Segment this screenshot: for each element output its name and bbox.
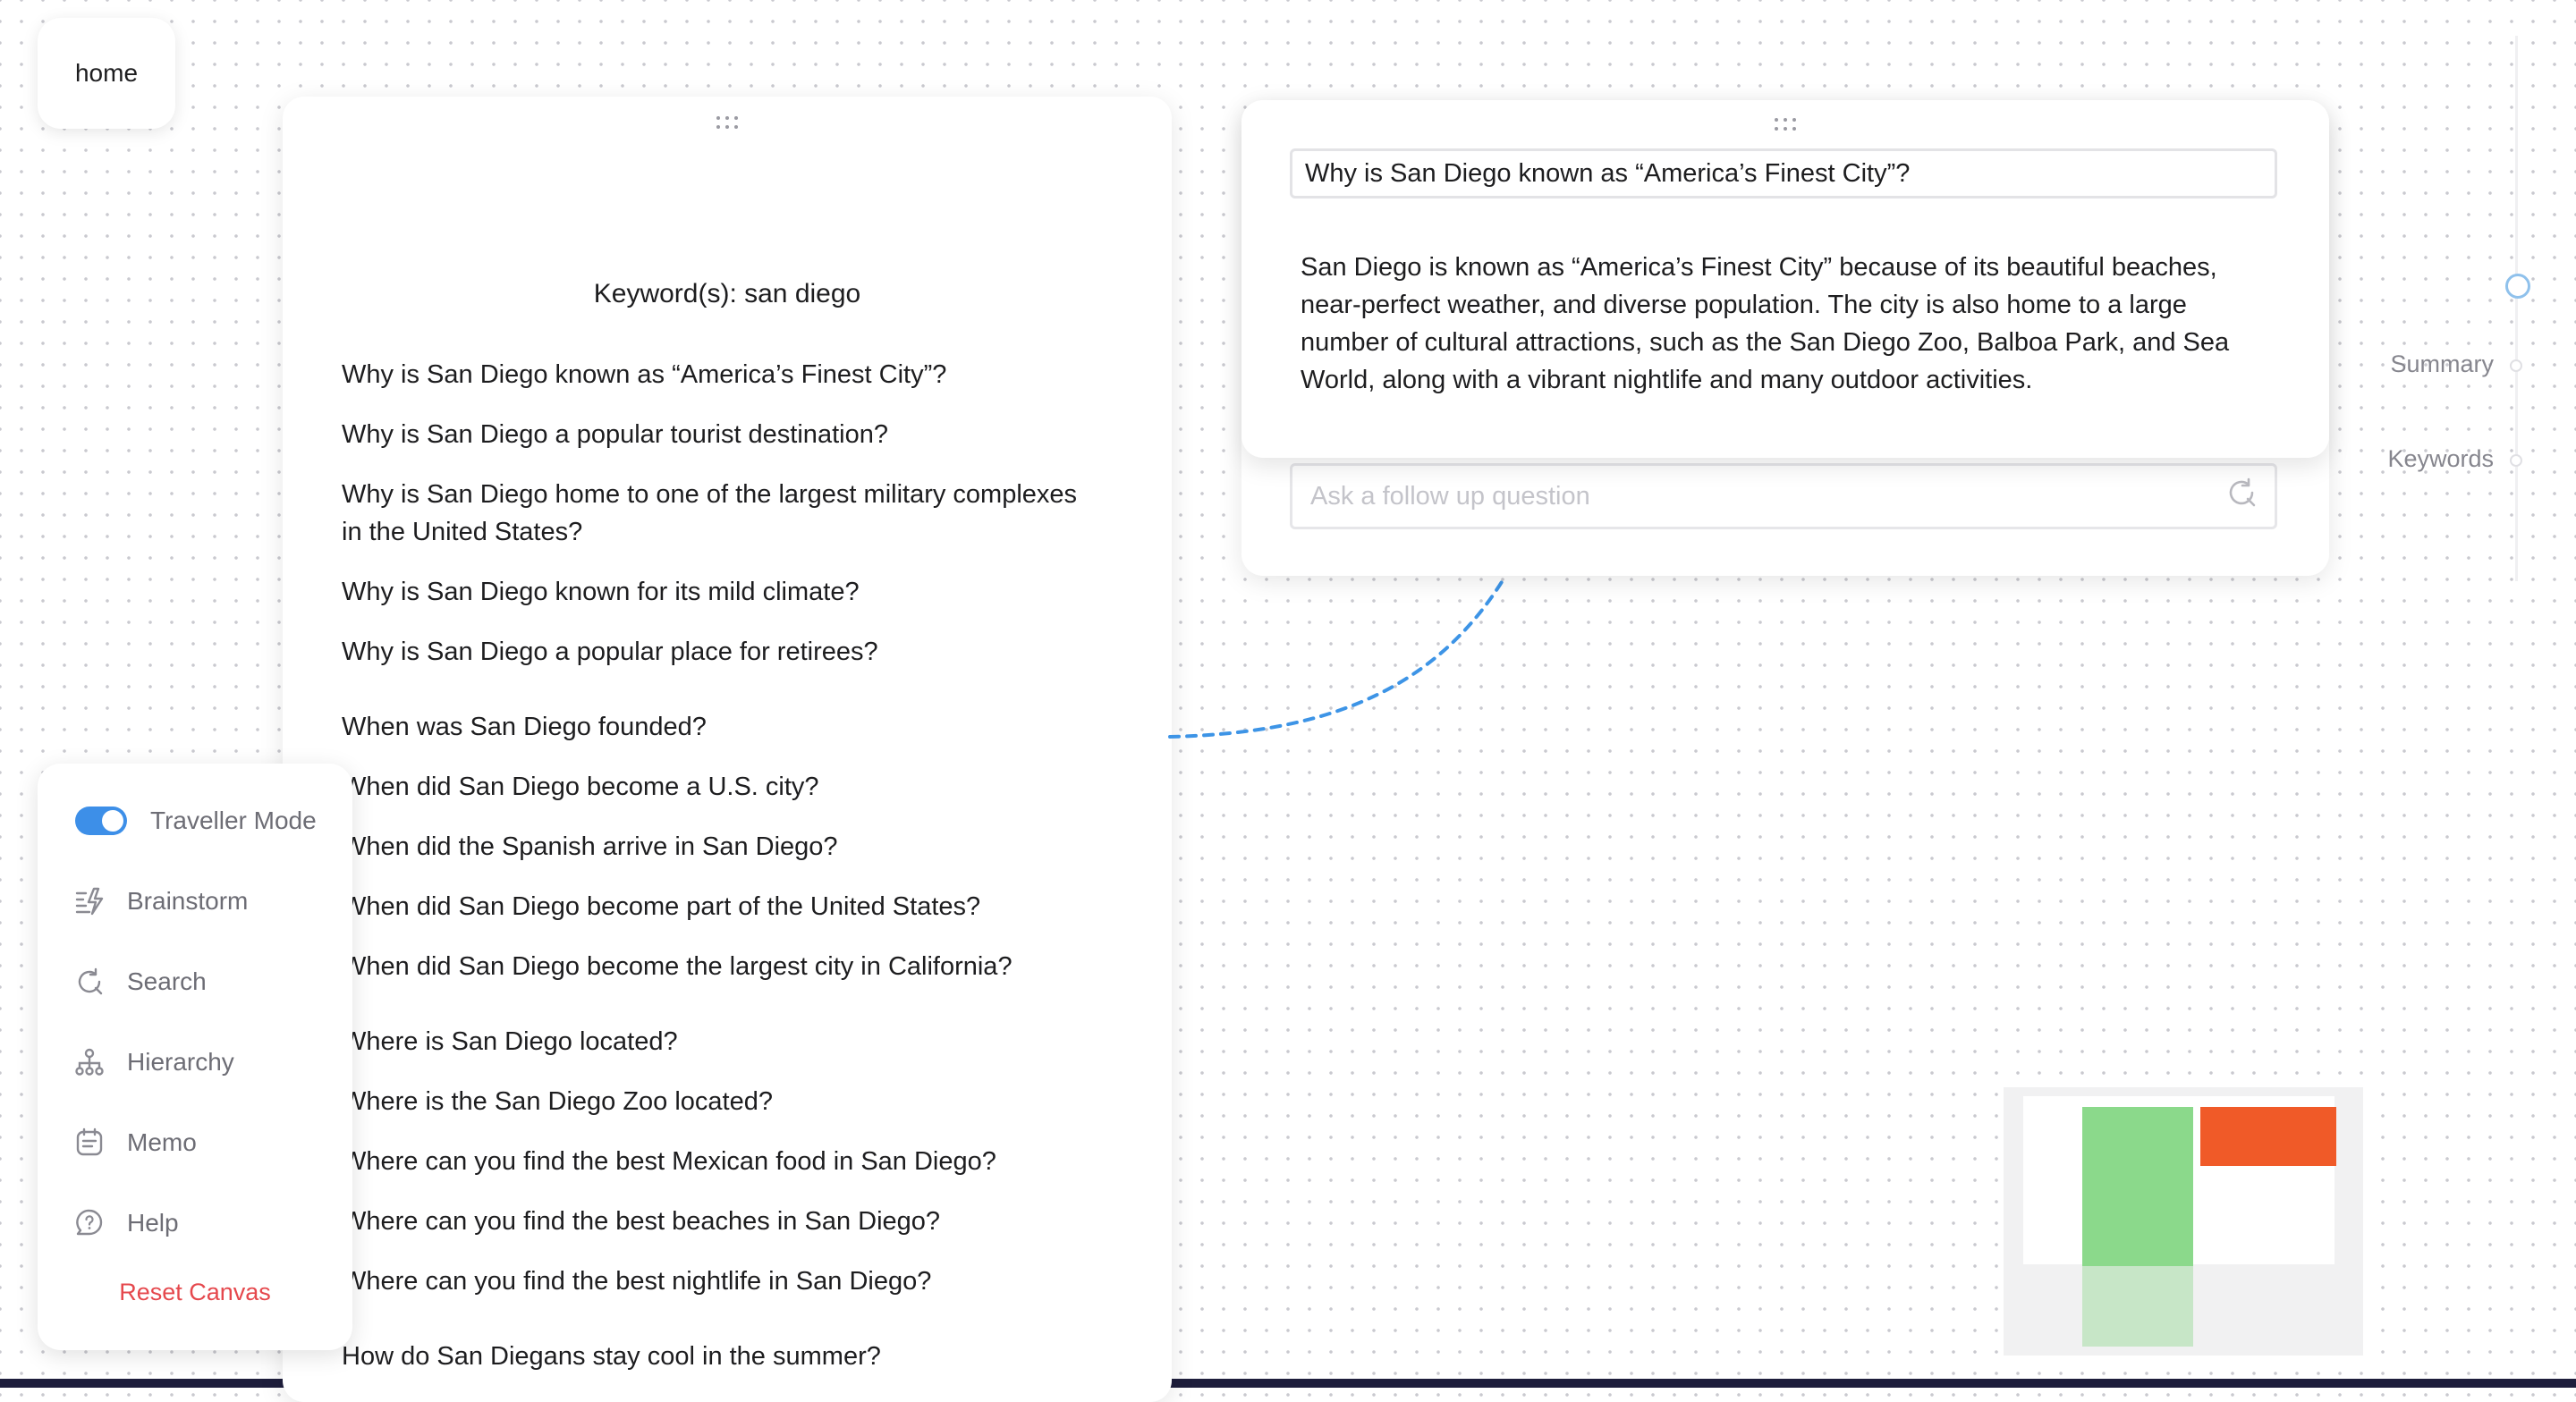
nav-item-summary[interactable]: Summary (2390, 350, 2494, 378)
question-item[interactable]: How do San Diegans stay cool in the summ… (342, 1338, 1093, 1375)
reset-canvas-button[interactable]: Reset Canvas (38, 1279, 352, 1306)
keyword-questions-card: Keyword(s): san diego Why is San Diego k… (283, 97, 1172, 1402)
question-item[interactable]: When did San Diego become a U.S. city? (342, 768, 1093, 806)
followup-field[interactable] (1290, 463, 2277, 529)
minimap[interactable] (2004, 1087, 2363, 1356)
question-group: When was San Diego founded? When did San … (342, 708, 1093, 985)
search-button[interactable]: Search (73, 966, 207, 998)
brainstorm-icon (73, 885, 106, 917)
brainstorm-label: Brainstorm (127, 887, 249, 915)
question-item[interactable]: Where can you find the best nightlife in… (342, 1263, 1093, 1300)
question-group: Where is San Diego located? Where is the … (342, 1023, 1093, 1300)
traveller-mode-label: Traveller Mode (150, 807, 317, 834)
question-item[interactable]: Where is San Diego located? (342, 1023, 1093, 1060)
minimap-node-answer (2200, 1107, 2336, 1166)
question-item[interactable]: Where is the San Diego Zoo located? (342, 1083, 1093, 1120)
question-item[interactable]: How do you get around San Diego? (342, 1398, 1093, 1402)
help-icon (73, 1207, 106, 1239)
answer-card: Why is San Diego known as “America’s Fin… (1241, 100, 2329, 576)
keyword-title: Keyword(s): san diego (593, 279, 861, 308)
brainstorm-button[interactable]: Brainstorm (73, 885, 248, 917)
followup-input[interactable] (1309, 480, 2189, 512)
selected-question[interactable]: Why is San Diego known as “America’s Fin… (1290, 148, 2277, 198)
question-item[interactable]: Why is San Diego a popular place for ret… (342, 633, 1093, 671)
hierarchy-label: Hierarchy (127, 1048, 234, 1076)
question-item[interactable]: Why is San Diego known for its mild clim… (342, 573, 1093, 611)
question-group: Why is San Diego known as “America’s Fin… (342, 356, 1093, 671)
right-navigation: Summary Keywords (2326, 36, 2576, 590)
toggle-switch[interactable] (75, 807, 127, 835)
traveller-mode-toggle[interactable]: Traveller Mode (75, 807, 317, 835)
question-item[interactable]: Where can you find the best beaches in S… (342, 1203, 1093, 1240)
question-item[interactable]: When did the Spanish arrive in San Diego… (342, 828, 1093, 866)
nav-dot-keywords[interactable] (2510, 454, 2522, 467)
search-icon (73, 966, 106, 998)
search-refresh-icon[interactable] (2224, 476, 2258, 517)
help-label: Help (127, 1209, 179, 1237)
answer-text: San Diego is known as “America’s Finest … (1301, 253, 2230, 394)
drag-handle-icon[interactable] (1773, 116, 1798, 132)
home-button[interactable]: home (38, 18, 175, 129)
nav-item-keywords[interactable]: Keywords (2387, 445, 2494, 473)
question-item[interactable]: When did San Diego become part of the Un… (342, 888, 1093, 925)
question-item[interactable]: When did San Diego become the largest ci… (342, 948, 1093, 985)
question-item[interactable]: When was San Diego founded? (342, 708, 1093, 746)
memo-label: Memo (127, 1128, 197, 1156)
question-item[interactable]: Where can you find the best Mexican food… (342, 1143, 1093, 1180)
question-group: How do San Diegans stay cool in the summ… (342, 1338, 1093, 1402)
hierarchy-icon (73, 1046, 106, 1078)
nav-track (2515, 36, 2518, 581)
hierarchy-button[interactable]: Hierarchy (73, 1046, 234, 1078)
nav-dot-summary[interactable] (2510, 359, 2522, 372)
memo-button[interactable]: Memo (73, 1127, 197, 1159)
memo-icon (73, 1127, 106, 1159)
question-item[interactable]: Why is San Diego home to one of the larg… (342, 476, 1093, 551)
question-item[interactable]: Why is San Diego known as “America’s Fin… (342, 356, 1093, 393)
answer-inner-card: Why is San Diego known as “America’s Fin… (1241, 100, 2329, 458)
search-label: Search (127, 967, 207, 995)
question-item[interactable]: Why is San Diego a popular tourist desti… (342, 416, 1093, 453)
tool-panel: Traveller Mode Brainstorm Search Hierarc… (38, 764, 352, 1350)
connector-line (1168, 576, 1506, 739)
minimap-node-keywords-overflow (2082, 1266, 2193, 1347)
nav-position-knob[interactable] (2505, 274, 2530, 299)
help-button[interactable]: Help (73, 1207, 179, 1239)
minimap-node-keywords (2082, 1107, 2193, 1266)
question-list: Why is San Diego known as “America’s Fin… (342, 356, 1093, 1402)
drag-handle-icon[interactable] (715, 114, 740, 131)
